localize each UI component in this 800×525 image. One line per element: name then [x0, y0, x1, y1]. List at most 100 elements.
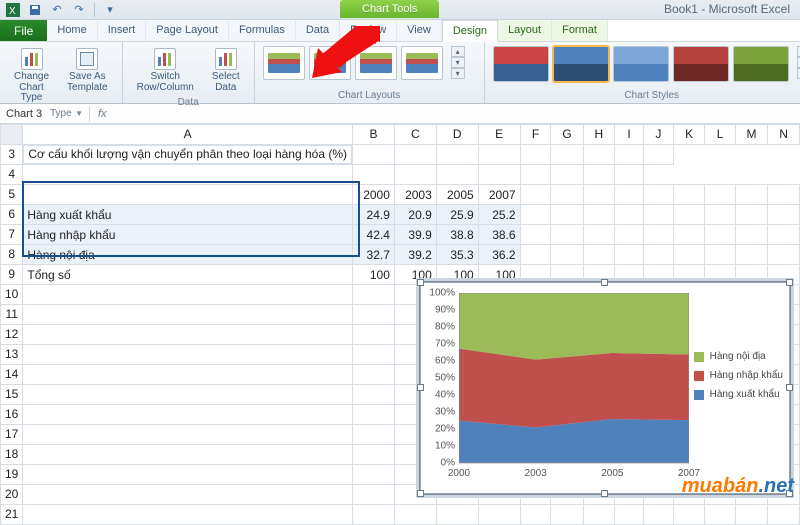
row-header[interactable]: 7	[1, 225, 23, 245]
cell[interactable]	[583, 185, 615, 205]
cell[interactable]	[735, 185, 767, 205]
row-header[interactable]: 18	[1, 445, 23, 465]
row-header[interactable]: 10	[1, 285, 23, 305]
cell[interactable]	[705, 225, 736, 245]
cell[interactable]: 39.9	[394, 225, 436, 245]
row-header[interactable]: 9	[1, 265, 23, 285]
change-chart-type-button[interactable]: Change Chart Type	[8, 46, 55, 106]
cell[interactable]	[23, 285, 353, 305]
cell[interactable]	[436, 505, 478, 525]
cell[interactable]	[768, 185, 800, 205]
cell[interactable]	[673, 505, 704, 525]
tab-formulas[interactable]: Formulas	[229, 20, 296, 41]
chart-style-thumb[interactable]	[673, 46, 729, 82]
cell[interactable]	[23, 185, 353, 205]
cell[interactable]	[583, 205, 615, 225]
row-header[interactable]: 8	[1, 245, 23, 265]
cell[interactable]	[735, 225, 767, 245]
tab-insert[interactable]: Insert	[98, 20, 147, 41]
cell[interactable]: Tổng số	[23, 265, 353, 285]
cell[interactable]	[394, 505, 436, 525]
chart-style-thumb[interactable]	[493, 46, 549, 82]
cell[interactable]	[353, 425, 395, 445]
cell[interactable]	[551, 505, 583, 525]
row-header[interactable]: 11	[1, 305, 23, 325]
cell[interactable]	[643, 205, 673, 225]
cell[interactable]	[353, 325, 395, 345]
cell[interactable]: 24.9	[353, 205, 395, 225]
cell[interactable]: 2003	[394, 185, 436, 205]
cell[interactable]	[583, 145, 615, 165]
cell[interactable]	[394, 165, 436, 185]
cell[interactable]	[735, 245, 767, 265]
cell[interactable]	[735, 205, 767, 225]
tab-design[interactable]: Design	[442, 20, 498, 42]
cell[interactable]	[551, 205, 583, 225]
cell[interactable]: 100	[353, 265, 395, 285]
cell[interactable]	[768, 245, 800, 265]
qat-customize-icon[interactable]: ▾	[103, 3, 117, 17]
cell[interactable]	[520, 185, 551, 205]
cell[interactable]	[705, 505, 736, 525]
cell[interactable]: Hàng nhập khẩu	[23, 225, 353, 245]
cell[interactable]	[353, 445, 395, 465]
cell[interactable]	[353, 365, 395, 385]
col-header[interactable]: J	[643, 125, 673, 145]
cell[interactable]	[520, 505, 551, 525]
cell[interactable]	[353, 165, 395, 185]
cell[interactable]: 35.3	[436, 245, 478, 265]
cell[interactable]	[23, 365, 353, 385]
cell[interactable]	[353, 385, 395, 405]
col-header[interactable]: M	[735, 125, 767, 145]
cell[interactable]	[520, 225, 551, 245]
cell[interactable]: 32.7	[353, 245, 395, 265]
cell[interactable]	[23, 405, 353, 425]
row-header[interactable]: 14	[1, 365, 23, 385]
row-header[interactable]: 12	[1, 325, 23, 345]
row-header[interactable]: 17	[1, 425, 23, 445]
cell[interactable]	[353, 465, 395, 485]
cell[interactable]	[615, 185, 644, 205]
chevron-down-icon[interactable]: ▼	[75, 109, 83, 118]
cell[interactable]	[643, 225, 673, 245]
cell[interactable]: Hàng xuất khẩu	[23, 205, 353, 225]
cell[interactable]	[23, 345, 353, 365]
cell[interactable]	[520, 145, 551, 165]
cell[interactable]: Hàng nội địa	[23, 245, 353, 265]
cell[interactable]	[23, 385, 353, 405]
save-as-template-button[interactable]: Save As Template	[61, 46, 114, 106]
cell[interactable]	[353, 345, 395, 365]
save-icon[interactable]	[28, 3, 42, 17]
cell[interactable]	[583, 505, 615, 525]
chart-layout-thumb[interactable]	[355, 46, 397, 80]
row-header[interactable]: 16	[1, 405, 23, 425]
cell[interactable]	[551, 165, 583, 185]
col-header[interactable]: A	[23, 125, 353, 145]
cell[interactable]: 38.6	[478, 225, 520, 245]
row-header[interactable]: 5	[1, 185, 23, 205]
cell[interactable]	[768, 505, 800, 525]
cell[interactable]	[705, 185, 736, 205]
col-header[interactable]: N	[768, 125, 800, 145]
cell[interactable]: 2000	[353, 185, 395, 205]
col-header[interactable]: B	[353, 125, 395, 145]
cell[interactable]	[478, 145, 520, 165]
undo-icon[interactable]: ↶	[50, 3, 64, 17]
cell[interactable]: 2005	[436, 185, 478, 205]
cell[interactable]	[353, 405, 395, 425]
row-header[interactable]: 15	[1, 385, 23, 405]
cell[interactable]	[23, 445, 353, 465]
cell[interactable]	[23, 465, 353, 485]
cell[interactable]	[353, 285, 395, 305]
cell[interactable]	[478, 165, 520, 185]
cell[interactable]	[615, 145, 644, 165]
tab-file[interactable]: File	[0, 20, 47, 41]
cell[interactable]: 25.9	[436, 205, 478, 225]
cell[interactable]	[551, 225, 583, 245]
cell[interactable]	[23, 505, 353, 525]
col-header[interactable]: D	[436, 125, 478, 145]
row-header[interactable]: 6	[1, 205, 23, 225]
col-header[interactable]: K	[673, 125, 704, 145]
cell[interactable]	[673, 205, 704, 225]
tab-review[interactable]: Review	[340, 20, 397, 41]
